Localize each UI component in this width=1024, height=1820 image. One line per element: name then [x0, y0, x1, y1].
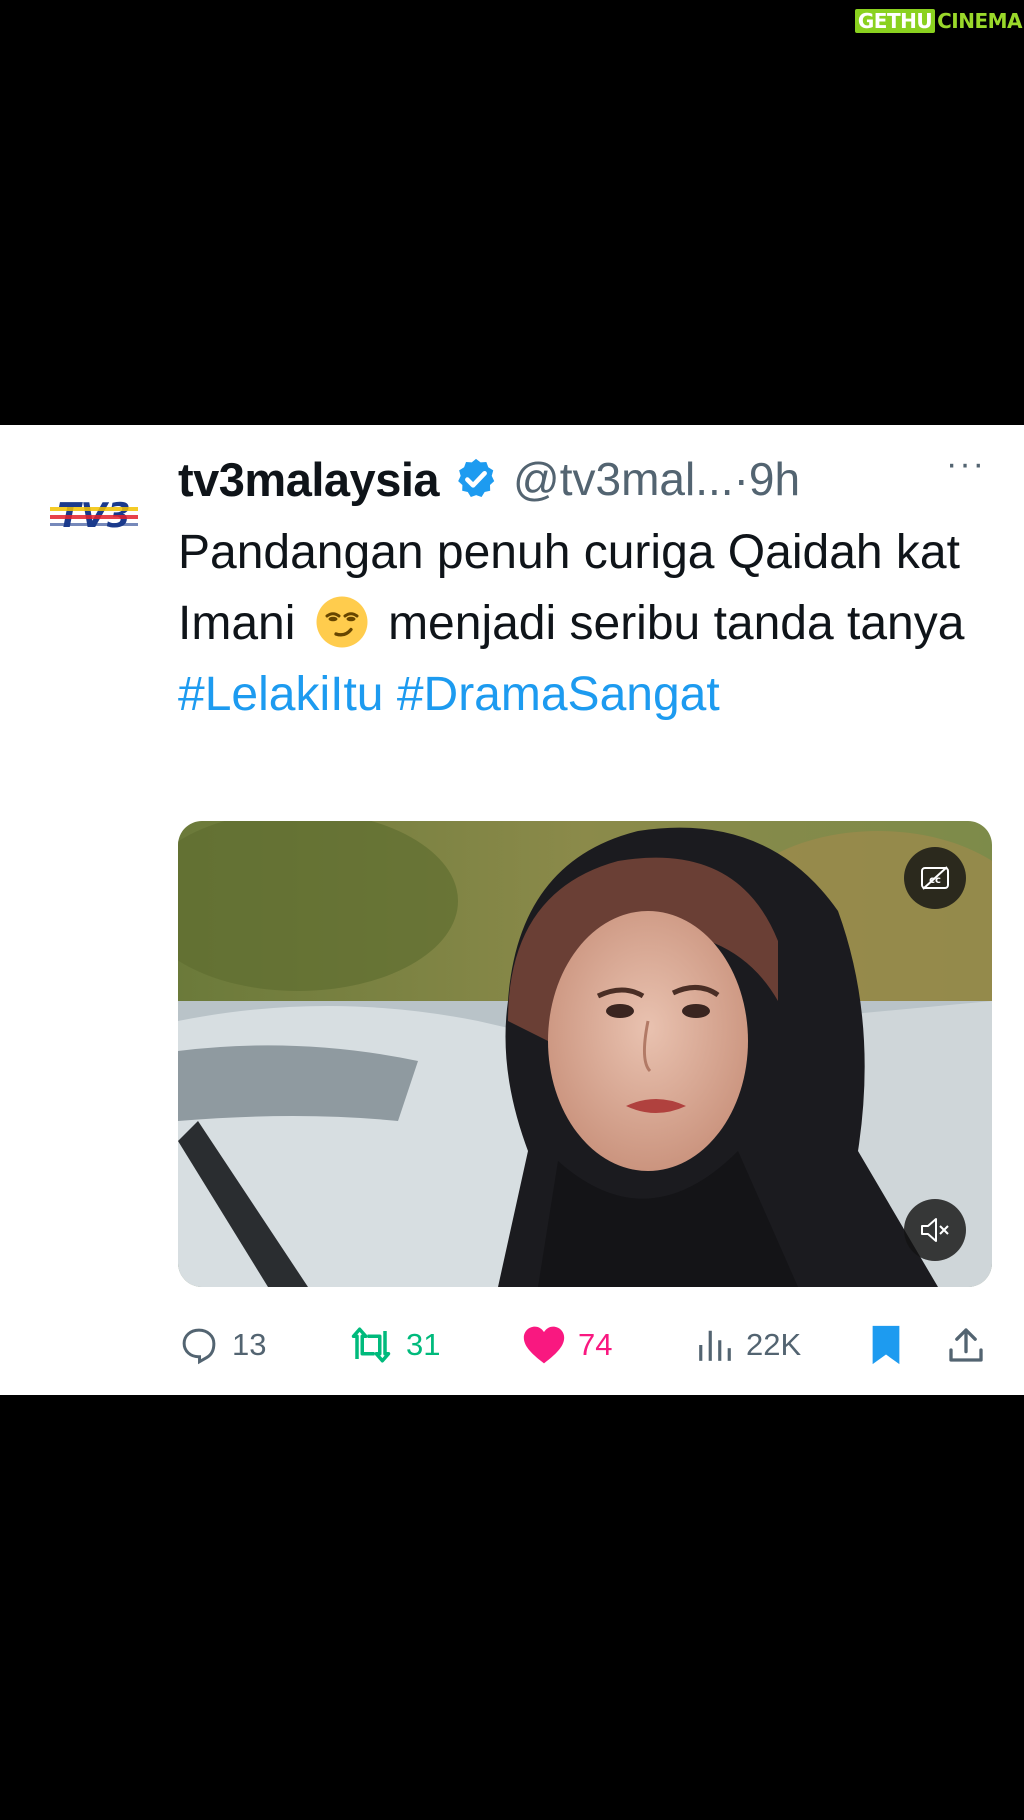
tv3-logo-icon: TV3 [50, 496, 138, 536]
smirking-face-icon [316, 596, 368, 648]
captions-off-icon: cc [921, 866, 949, 890]
video-frame [178, 821, 992, 1287]
handle-and-time[interactable]: @tv3mal...·9h [513, 452, 800, 506]
bookmark-button[interactable] [868, 1315, 916, 1375]
video-player[interactable]: cc [178, 821, 992, 1287]
display-name[interactable]: tv3malaysia [178, 452, 440, 507]
hashtag-lelakiitu[interactable]: #LelakiItu [178, 668, 383, 721]
bookmark-icon [872, 1325, 900, 1365]
reply-icon [182, 1328, 216, 1365]
tweet-text-part2: menjadi seribu tanda tanya [388, 597, 965, 650]
watermark-part2: CINEMA [937, 9, 1022, 33]
watermark-part1: GETHU [854, 9, 936, 33]
captions-toggle-button[interactable]: cc [904, 847, 966, 909]
like-count: 74 [578, 1327, 613, 1362]
verified-badge-icon [458, 458, 495, 498]
repost-count: 31 [406, 1327, 441, 1362]
watermark-logo: GETHU CINEMA [854, 8, 1022, 34]
heart-icon [523, 1326, 565, 1364]
views-button[interactable]: 22K [696, 1315, 801, 1375]
repost-icon [351, 1327, 391, 1363]
reply-count: 13 [232, 1327, 267, 1362]
repost-button[interactable]: 31 [348, 1315, 440, 1375]
like-button[interactable]: 74 [522, 1315, 612, 1375]
avatar[interactable]: TV3 [48, 495, 140, 536]
tweet-text: Pandangan penuh curiga Qaidah kat Imani … [178, 517, 998, 730]
muted-speaker-icon [921, 1218, 949, 1242]
share-button[interactable] [946, 1315, 998, 1375]
more-options-icon[interactable]: ··· [946, 445, 986, 484]
tweet-actions: 13 31 74 22K [178, 1315, 988, 1375]
unmute-button[interactable] [904, 1199, 966, 1261]
share-icon [949, 1328, 983, 1362]
view-count: 22K [746, 1327, 802, 1362]
hashtag-dramasangat[interactable]: #DramaSangat [397, 668, 720, 721]
bar-chart-icon [699, 1330, 731, 1361]
tweet-header: tv3malaysia @tv3mal...·9h [178, 449, 1024, 509]
tweet-card[interactable]: TV3 tv3malaysia @tv3mal...·9h ··· Pandan… [0, 425, 1024, 1395]
reply-button[interactable]: 13 [178, 1315, 266, 1375]
